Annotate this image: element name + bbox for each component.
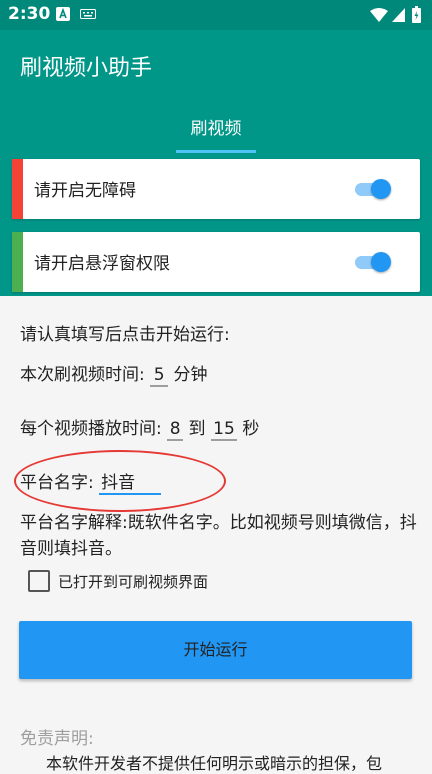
- overlay-permission-card[interactable]: 请开启悬浮窗权限: [12, 232, 420, 292]
- tab-shuaishipin[interactable]: 刷视频: [176, 114, 256, 139]
- switch-thumb: [371, 179, 391, 199]
- red-annotation-ellipse: [14, 450, 226, 512]
- tab-indicator: [176, 150, 256, 153]
- app-bar: 刷视频小助手 刷视频 请开启无障碍 请开启悬浮窗权限: [0, 30, 432, 296]
- overlay-permission-label: 请开启悬浮窗权限: [34, 254, 170, 274]
- accessibility-switch[interactable]: [351, 178, 397, 200]
- form-intro: 请认真填写后点击开始运行:: [20, 325, 230, 345]
- accessibility-card[interactable]: 请开启无障碍: [12, 159, 420, 219]
- platform-explanation: 平台名字解释:既软件名字。比如视频号则填微信，抖音则填抖音。: [20, 513, 417, 559]
- disclaimer-text: 本软件开发者不提供任何明示或暗示的担保，包: [46, 754, 383, 773]
- overlay-permission-switch[interactable]: [351, 251, 397, 273]
- accessibility-label: 请开启无障碍: [34, 181, 136, 201]
- card-stripe-red: [12, 159, 23, 219]
- per-video-min-input[interactable]: 8: [167, 419, 184, 441]
- duration-label: 本次刷视频时间:: [20, 365, 145, 385]
- per-video-unit: 秒: [242, 419, 260, 439]
- start-button[interactable]: 开始运行: [19, 621, 412, 679]
- opened-video-checkbox[interactable]: [28, 570, 50, 592]
- duration-unit: 分钟: [173, 365, 208, 385]
- keyboard-icon: [80, 9, 96, 19]
- per-video-label: 每个视频播放时间:: [20, 419, 162, 439]
- wifi-icon: [370, 8, 388, 22]
- battery-icon: [412, 6, 421, 23]
- switch-thumb: [371, 252, 391, 272]
- per-video-max-input[interactable]: 15: [210, 419, 237, 441]
- status-bar: 2:30: [0, 0, 432, 30]
- status-time: 2:30: [8, 4, 51, 24]
- app-title: 刷视频小助手: [20, 56, 153, 81]
- per-video-row: 每个视频播放时间: 8 到 15 秒: [20, 414, 259, 441]
- card-stripe-green: [12, 232, 23, 292]
- signal-icon: [392, 8, 405, 22]
- disclaimer-title: 免责声明:: [20, 729, 94, 749]
- duration-input[interactable]: 5: [150, 365, 169, 387]
- opened-video-checkbox-label[interactable]: 已打开到可刷视频界面: [58, 571, 208, 592]
- notification-a-icon: [56, 7, 70, 21]
- per-video-to: 到: [188, 419, 206, 439]
- main-content: 请认真填写后点击开始运行: 本次刷视频时间: 5 分钟 每个视频播放时间: 8 …: [0, 296, 432, 773]
- duration-row: 本次刷视频时间: 5 分钟: [20, 360, 208, 387]
